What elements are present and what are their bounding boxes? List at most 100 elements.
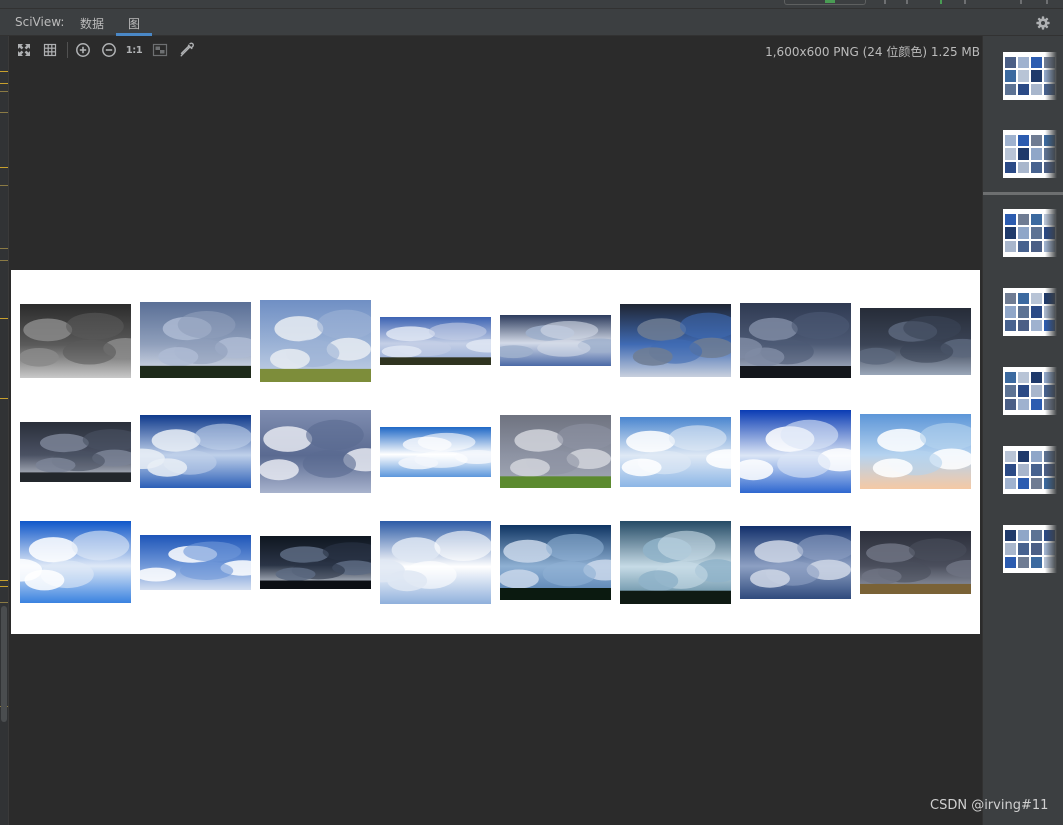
chessboard-icon <box>152 43 168 57</box>
thumbnail-fade <box>1045 52 1057 100</box>
thumbnail-cell <box>1005 451 1016 463</box>
cloud-photo-tile <box>20 422 131 482</box>
run-status-widget[interactable] <box>784 0 866 5</box>
zoom-in-button[interactable] <box>73 40 93 60</box>
thumbnail-cell <box>1018 398 1029 410</box>
thumbnail-fade <box>1045 130 1057 178</box>
image-info-label: 1,600x600 PNG (24 位颜色) 1.25 MB <box>765 45 980 59</box>
thumbnail-cell <box>1018 293 1029 305</box>
run-status-indicator <box>825 0 835 3</box>
grid-icon <box>43 43 57 57</box>
cloud-photo-tile <box>140 302 251 378</box>
cloud-photo-tile <box>260 300 371 382</box>
thumbnail-cell <box>1018 227 1029 239</box>
cloud-photo-tile <box>380 521 491 604</box>
thumbnail-cell <box>1031 57 1042 69</box>
thumbnail-cell <box>1005 240 1016 252</box>
thumbnail-cell <box>1031 464 1042 476</box>
watermark: CSDN @irving#11 <box>930 798 1049 813</box>
top-toolbar-mark <box>940 0 942 4</box>
cloud-photo-tile <box>620 521 731 604</box>
thumbnail-cell <box>1005 148 1016 160</box>
thumbnail-cell <box>1018 306 1029 318</box>
thumbnail-fade <box>1045 446 1057 494</box>
cloud-photo-tile <box>620 304 731 377</box>
cloud-photo-tile <box>140 535 251 590</box>
cloud-photo-tile <box>500 315 611 366</box>
thumbnail-cell <box>1018 148 1029 160</box>
gutter-marker <box>0 185 8 186</box>
thumbnail-cell <box>1018 70 1029 82</box>
thumbnail-cell <box>1005 556 1016 568</box>
thumbnail-cell <box>1018 477 1029 489</box>
thumbnail-cell <box>1031 385 1042 397</box>
actual-size-icon: 1:1 <box>125 44 143 56</box>
thumbnail-cell <box>1018 83 1029 95</box>
image-canvas[interactable] <box>11 270 980 634</box>
thumbnail-cell <box>1018 543 1029 555</box>
thumbnail-cell <box>1018 214 1029 226</box>
thumbnail-panel-divider[interactable] <box>983 192 1063 195</box>
cloud-image-grid <box>20 300 971 604</box>
zoom-out-button[interactable] <box>99 40 119 60</box>
thumbnail-cell <box>1018 240 1029 252</box>
thumbnail-cell <box>1005 227 1016 239</box>
thumbnail-cell <box>1005 398 1016 410</box>
thumbnail-cell <box>1005 464 1016 476</box>
window-top-bar <box>0 0 1063 9</box>
thumbnail-cell <box>1031 556 1042 568</box>
chessboard-button[interactable] <box>150 40 170 60</box>
thumbnail-cell <box>1018 319 1029 331</box>
gutter-marker <box>0 71 8 72</box>
image-toolbar: 1:1 1,600x600 PNG (24 位颜色) 1.25 MB <box>10 36 982 64</box>
grid-toggle-button[interactable] <box>40 40 60 60</box>
thumbnail-cell <box>1005 372 1016 384</box>
tab-plots[interactable]: 图 <box>128 15 140 32</box>
thumbnail-cell <box>1031 148 1042 160</box>
cloud-photo-tile <box>20 304 131 378</box>
thumbnail-cell <box>1031 319 1042 331</box>
thumb-3[interactable] <box>1003 209 1057 257</box>
thumbnail-cell <box>1005 161 1016 173</box>
thumbnail-cell <box>1031 83 1042 95</box>
thumbnail-cell <box>1031 240 1042 252</box>
thumb-4[interactable] <box>1003 288 1057 336</box>
tab-data[interactable]: 数据 <box>80 15 104 32</box>
thumbnail-cell <box>1005 543 1016 555</box>
cloud-photo-tile <box>380 317 491 365</box>
thumbnail-cell <box>1018 385 1029 397</box>
thumb-7[interactable] <box>1003 525 1057 573</box>
color-picker-button[interactable] <box>177 40 197 60</box>
thumbnail-cell <box>1005 385 1016 397</box>
toolbar-separator <box>67 42 68 58</box>
thumb-1[interactable] <box>1003 52 1057 100</box>
cloud-photo-tile <box>20 521 131 603</box>
gutter-marker <box>0 83 8 84</box>
thumbnail-cell <box>1005 306 1016 318</box>
thumbnail-cell <box>1018 161 1029 173</box>
cloud-photo-tile <box>260 536 371 589</box>
thumbnail-fade <box>1045 209 1057 257</box>
cloud-photo-tile <box>620 417 731 487</box>
thumbnail-cell <box>1018 464 1029 476</box>
thumbnail-cell <box>1031 477 1042 489</box>
thumbnail-fade <box>1045 288 1057 336</box>
actual-size-button[interactable]: 1:1 <box>124 40 144 60</box>
zoom-in-icon <box>76 43 90 57</box>
gutter-scroll-thumb[interactable] <box>1 606 7 722</box>
top-toolbar-mark <box>1020 0 1022 4</box>
gutter-marker <box>0 260 8 261</box>
thumb-6[interactable] <box>1003 446 1057 494</box>
thumbnail-cell <box>1031 70 1042 82</box>
gear-icon <box>1036 16 1050 30</box>
thumbnail-cell <box>1031 451 1042 463</box>
fit-to-window-button[interactable] <box>14 40 34 60</box>
settings-button[interactable] <box>1033 13 1053 33</box>
thumb-2[interactable] <box>1003 130 1057 178</box>
thumbnail-fade <box>1045 367 1057 415</box>
thumb-5[interactable] <box>1003 367 1057 415</box>
top-toolbar-mark <box>906 0 908 4</box>
thumbnail-cell <box>1018 556 1029 568</box>
thumbnail-cell <box>1005 135 1016 147</box>
gutter-marker <box>0 91 8 92</box>
